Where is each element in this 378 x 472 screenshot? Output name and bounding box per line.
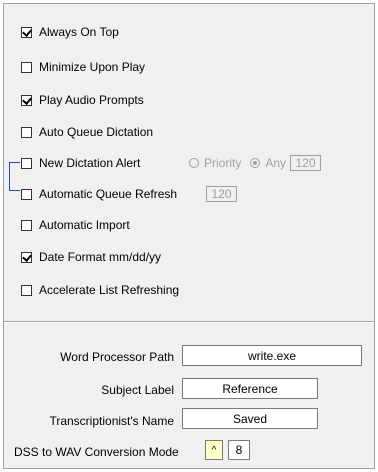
automatic-import-checkbox[interactable] [21,219,32,231]
queue-refresh-interval-input[interactable]: 120 [206,186,237,202]
transcriptionist-name-input[interactable]: Saved [182,408,318,429]
minimize-upon-play-label: Minimize Upon Play [39,60,146,74]
play-audio-prompts-label: Play Audio Prompts [39,93,144,107]
subject-label-label: Subject Label [101,383,174,397]
priority-radio-label: Priority [204,156,242,170]
auto-queue-dictation-checkbox[interactable] [21,126,32,138]
play-audio-prompts-checkbox[interactable] [21,94,32,106]
new-dictation-alert-label: New Dictation Alert [39,156,141,170]
automatic-import-option[interactable]: Automatic Import [21,217,130,233]
dss-mode-input[interactable]: 8 [228,440,250,460]
automatic-queue-refresh-checkbox[interactable] [21,188,32,200]
automatic-queue-refresh-label: Automatic Queue Refresh [39,187,178,201]
dss-mode-spin-up-icon[interactable]: ^ [205,440,223,460]
auto-queue-dictation-option[interactable]: Auto Queue Dictation [21,124,153,140]
automatic-queue-refresh-option[interactable]: Automatic Queue Refresh [21,186,177,202]
transcriptionist-name-label: Transcriptionist's Name [49,414,174,428]
word-processor-path-input[interactable]: write.exe [182,345,362,366]
date-format-label: Date Format mm/dd/yy [39,250,162,264]
always-on-top-checkbox[interactable] [21,26,32,38]
accelerate-list-refreshing-label: Accelerate List Refreshing [39,283,180,297]
minimize-upon-play-checkbox[interactable] [21,61,32,73]
accelerate-list-refreshing-checkbox[interactable] [21,284,32,296]
date-format-option[interactable]: Date Format mm/dd/yy [21,249,161,265]
alert-interval-input[interactable]: 120 [290,155,322,171]
play-audio-prompts-option[interactable]: Play Audio Prompts [21,92,144,108]
automatic-import-label: Automatic Import [39,218,130,232]
linked-options-bracket [9,162,20,191]
new-dictation-alert-checkbox[interactable] [21,157,32,169]
alert-priority-radio-group: Priority Any 120 [189,155,322,171]
dss-to-wav-label: DSS to WAV Conversion Mode [14,445,179,459]
any-radio-label: Any [265,156,287,170]
priority-radio[interactable] [189,158,199,168]
section-divider [4,321,374,323]
any-radio[interactable] [250,158,261,168]
subject-label-input[interactable]: Reference [182,378,318,399]
new-dictation-alert-option[interactable]: New Dictation Alert [21,155,140,171]
settings-panel: Always On Top Minimize Upon Play Play Au… [3,3,375,469]
minimize-upon-play-option[interactable]: Minimize Upon Play [21,59,145,75]
auto-queue-dictation-label: Auto Queue Dictation [39,125,154,139]
word-processor-path-label: Word Processor Path [60,350,174,364]
accelerate-list-refreshing-option[interactable]: Accelerate List Refreshing [21,282,179,298]
always-on-top-label: Always On Top [39,25,119,39]
always-on-top-option[interactable]: Always On Top [21,24,119,40]
date-format-checkbox[interactable] [21,251,32,263]
